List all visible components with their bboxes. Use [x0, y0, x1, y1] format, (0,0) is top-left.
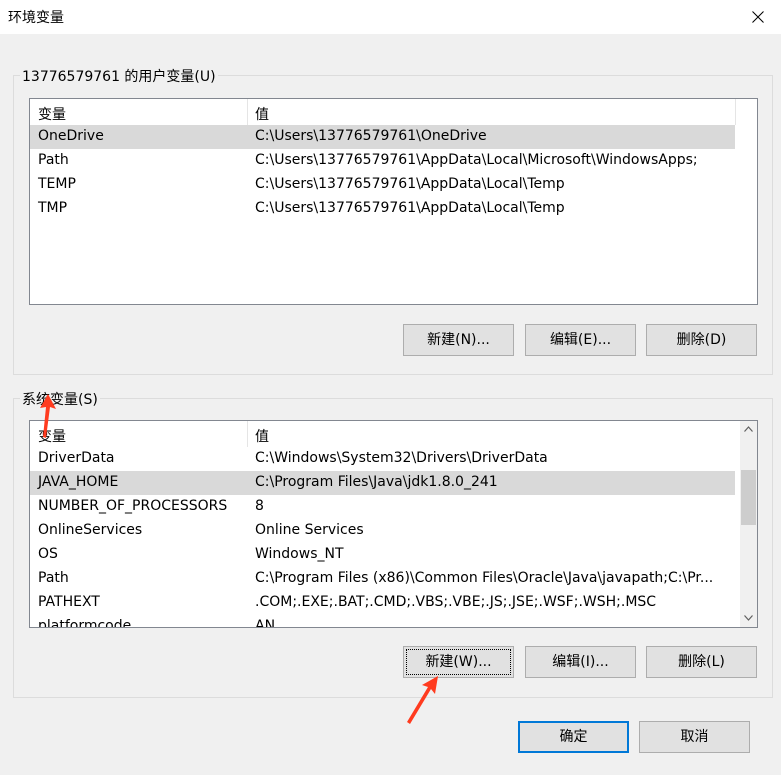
variable-name: OS: [38, 546, 58, 562]
table-row[interactable]: TMP C:\Users\13776579761\AppData\Local\Te…: [30, 197, 735, 221]
cancel-button[interactable]: 取消: [639, 721, 750, 753]
variable-value: C:\Program Files\Java\jdk1.8.0_241: [255, 474, 498, 490]
table-row[interactable]: JAVA_HOME C:\Program Files\Java\jdk1.8.0_…: [30, 471, 735, 495]
variable-value: Online Services: [255, 522, 364, 538]
list-header: 变量 值: [30, 99, 757, 125]
user-edit-button[interactable]: 编辑(E)...: [525, 324, 636, 356]
variable-name: JAVA_HOME: [38, 474, 119, 490]
scroll-down-button[interactable]: [740, 610, 757, 627]
chevron-down-icon: [744, 615, 753, 621]
vertical-scrollbar[interactable]: [740, 421, 757, 627]
close-icon: [752, 11, 764, 23]
list-header: 变量 值: [30, 421, 740, 447]
variable-value: C:\Users\13776579761\OneDrive: [255, 128, 487, 144]
variable-value: .COM;.EXE;.BAT;.CMD;.VBS;.VBE;.JS;.JSE;.…: [255, 594, 657, 610]
scroll-up-button[interactable]: [740, 421, 757, 438]
table-row[interactable]: Path C:\Program Files (x86)\Common Files\…: [30, 567, 735, 591]
system-delete-button[interactable]: 删除(L): [646, 646, 757, 678]
window-title: 环境变量: [8, 10, 64, 26]
variable-name: Path: [38, 570, 69, 586]
user-new-button[interactable]: 新建(N)...: [403, 324, 514, 356]
table-row[interactable]: TEMP C:\Users\13776579761\AppData\Local\T…: [30, 173, 735, 197]
system-edit-button[interactable]: 编辑(I)...: [525, 646, 636, 678]
variable-value: C:\Users\13776579761\AppData\Local\Temp: [255, 176, 565, 192]
variable-name: platformcode: [38, 618, 132, 628]
table-row[interactable]: platformcode AN: [30, 615, 735, 628]
table-row[interactable]: DriverData C:\Windows\System32\Drivers\Dr…: [30, 447, 735, 471]
column-divider[interactable]: [247, 99, 248, 125]
chevron-up-icon: [744, 426, 753, 432]
column-header-value[interactable]: 值: [255, 426, 269, 446]
column-divider[interactable]: [735, 99, 736, 125]
variable-value: 8: [255, 498, 264, 514]
table-row[interactable]: PATHEXT .COM;.EXE;.BAT;.CMD;.VBS;.VBE;.JS…: [30, 591, 735, 615]
variable-value: Windows_NT: [255, 546, 344, 562]
variable-value: AN: [255, 618, 276, 628]
table-row[interactable]: OnlineServices Online Services: [30, 519, 735, 543]
system-variables-list[interactable]: 变量 值 DriverData C:\Windows\System32\Drive…: [29, 420, 758, 628]
annotation-arrow-icon: [407, 676, 438, 724]
variable-name: PATHEXT: [38, 594, 100, 610]
ok-button[interactable]: 确定: [518, 721, 629, 753]
table-row[interactable]: Path C:\Users\13776579761\AppData\Local\M…: [30, 149, 735, 173]
variable-name: DriverData: [38, 450, 115, 466]
variable-name: NUMBER_OF_PROCESSORS: [38, 498, 228, 514]
table-row[interactable]: OneDrive C:\Users\13776579761\OneDrive: [30, 125, 735, 149]
title-bar: 环境变量: [0, 0, 781, 34]
close-button[interactable]: [735, 0, 781, 34]
table-row[interactable]: NUMBER_OF_PROCESSORS 8: [30, 495, 735, 519]
scrollbar-thumb[interactable]: [741, 469, 756, 525]
annotation-arrow-icon: [40, 394, 56, 438]
variable-name: OnlineServices: [38, 522, 143, 538]
user-variables-label: 13776579761 的用户变量(U): [20, 66, 218, 86]
variable-name: OneDrive: [38, 128, 104, 144]
user-delete-button[interactable]: 删除(D): [646, 324, 757, 356]
variable-name: TEMP: [38, 176, 76, 192]
column-divider[interactable]: [247, 421, 248, 447]
variable-value: C:\Users\13776579761\AppData\Local\Micro…: [255, 152, 698, 168]
variable-name: Path: [38, 152, 69, 168]
user-variables-list[interactable]: 变量 值 OneDrive C:\Users\13776579761\OneDri…: [29, 98, 758, 305]
variable-name: TMP: [38, 200, 68, 216]
variable-value: C:\Program Files (x86)\Common Files\Orac…: [255, 570, 714, 586]
table-row[interactable]: OS Windows_NT: [30, 543, 735, 567]
variable-value: C:\Windows\System32\Drivers\DriverData: [255, 450, 548, 466]
column-header-value[interactable]: 值: [255, 104, 269, 124]
variable-value: C:\Users\13776579761\AppData\Local\Temp: [255, 200, 565, 216]
column-header-variable[interactable]: 变量: [38, 104, 66, 124]
